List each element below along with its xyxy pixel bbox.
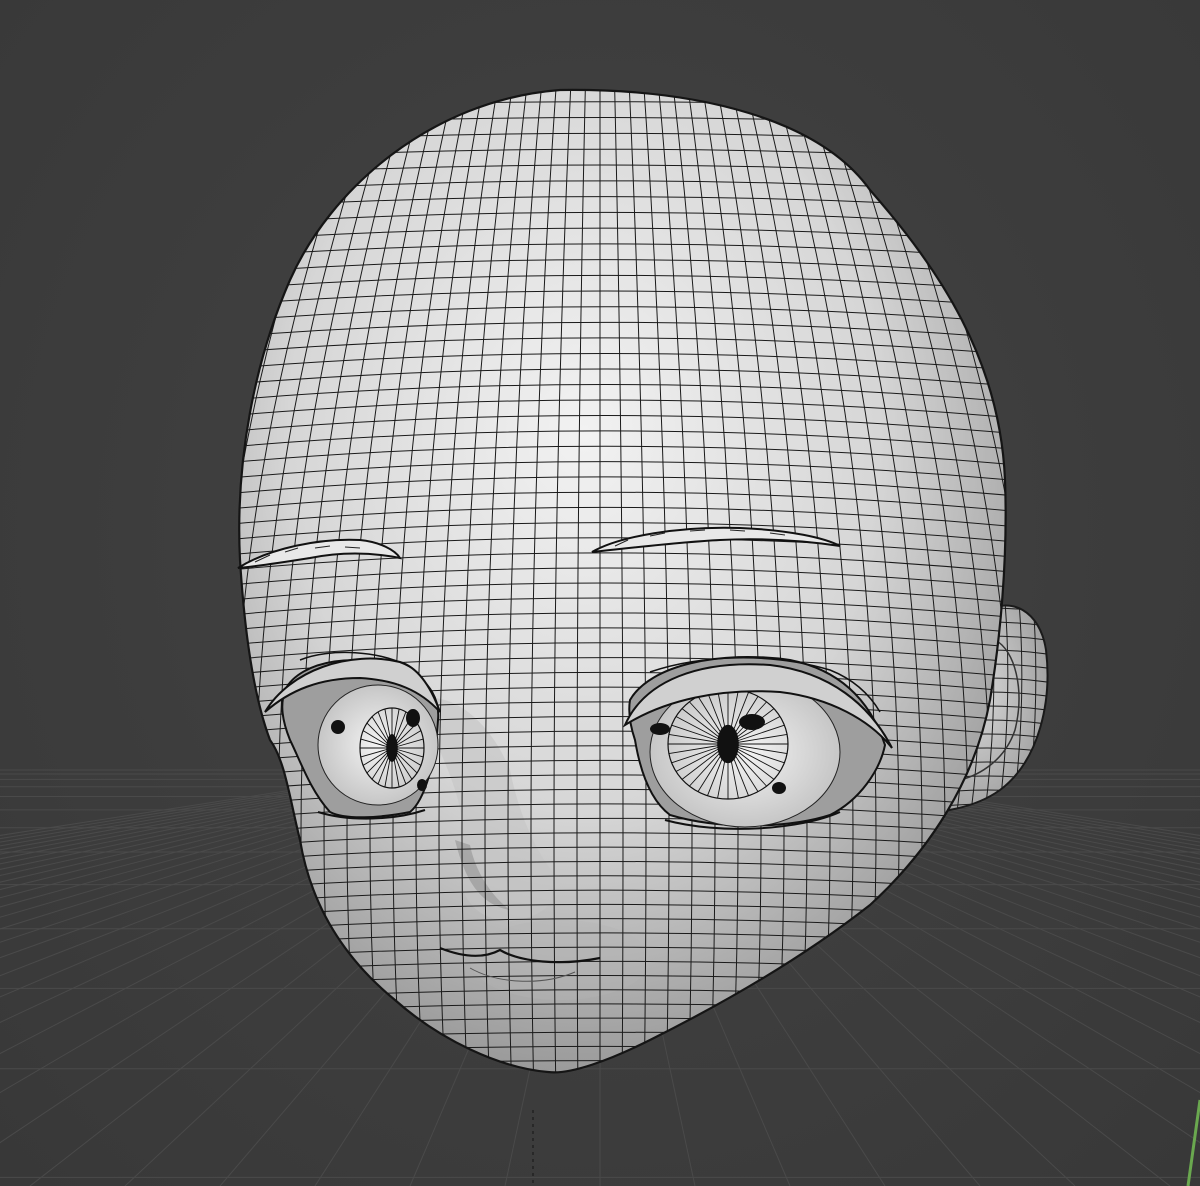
mesh-edge xyxy=(180,1089,1040,1098)
mesh-edge xyxy=(180,70,1040,80)
mesh-edge xyxy=(239,89,251,1073)
left-eye-highlight-small xyxy=(331,720,345,734)
pupil xyxy=(717,724,739,764)
right-eye-highlight-small xyxy=(650,723,670,735)
left-eye-highlight xyxy=(406,709,420,727)
pupil xyxy=(386,734,398,762)
right-iris xyxy=(667,688,789,800)
left-eye-highlight-lower xyxy=(417,779,427,791)
mesh-edge xyxy=(180,1103,1040,1112)
mesh-edge xyxy=(180,1075,1040,1085)
viewport-canvas[interactable] xyxy=(0,0,1200,1186)
mesh-edge xyxy=(239,1060,1006,1072)
head-mesh[interactable] xyxy=(2,60,1198,1112)
3d-viewport[interactable] xyxy=(0,0,1200,1186)
right-eye-highlight-lower xyxy=(772,782,786,794)
right-eye-highlight xyxy=(739,714,765,730)
y-axis-line xyxy=(1186,1099,1200,1186)
